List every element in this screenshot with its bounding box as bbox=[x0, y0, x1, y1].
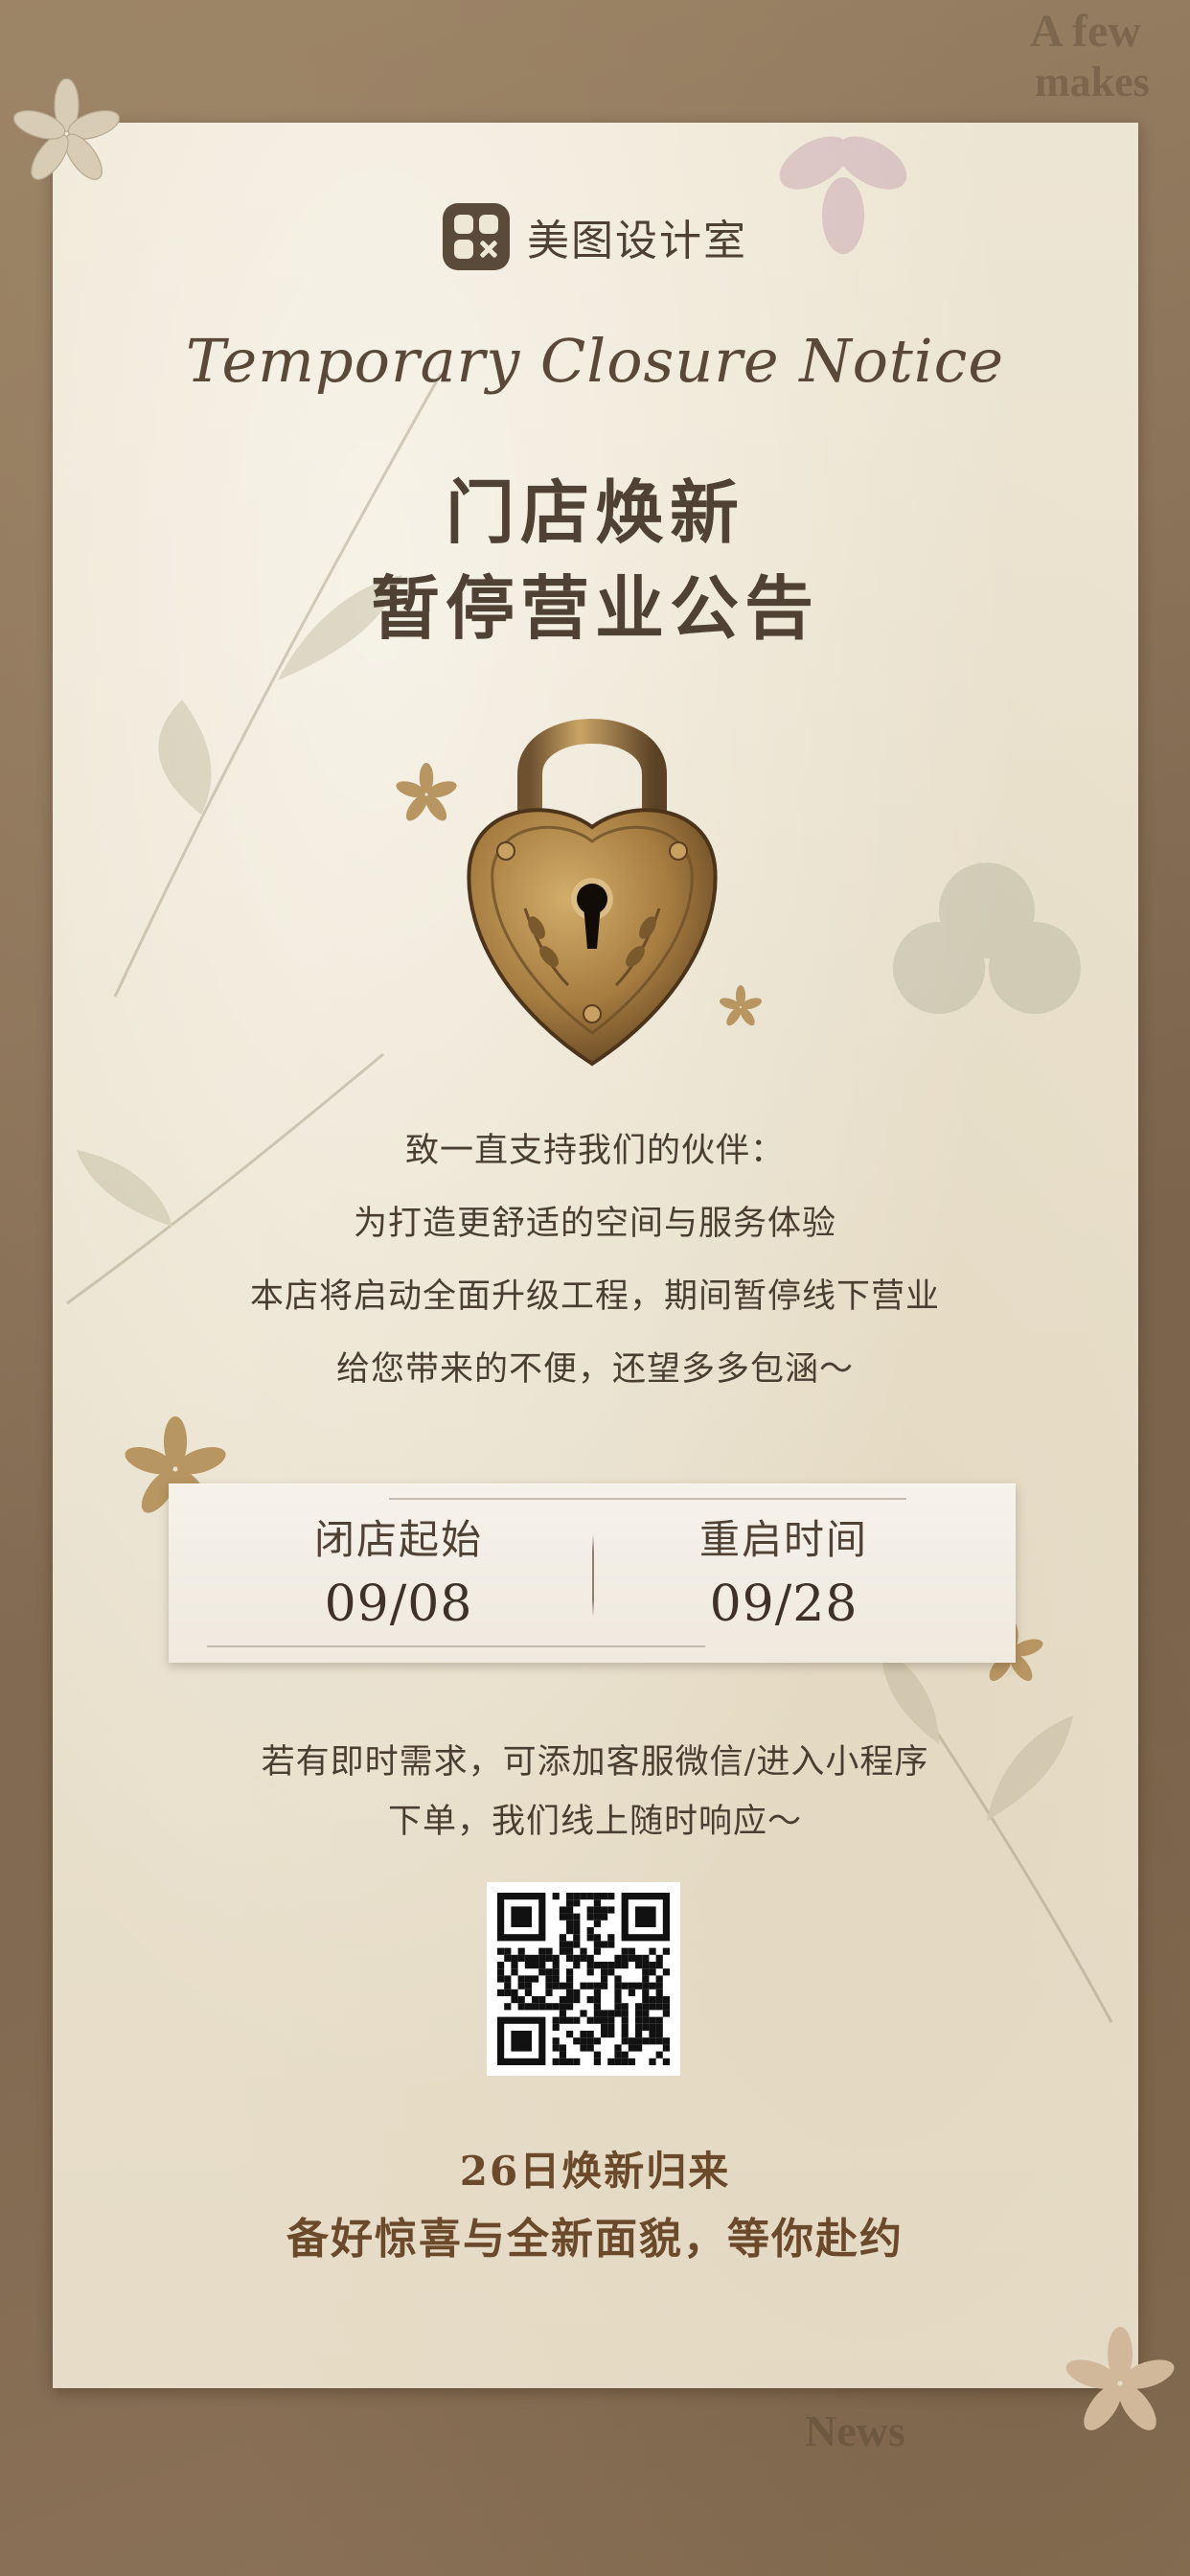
reopen-date-value: 09/28 bbox=[709, 1576, 858, 1633]
script-title: Temporary Closure Notice bbox=[185, 326, 1005, 396]
contact-line: 下单，我们线上随时响应～ bbox=[387, 1803, 802, 1841]
star-flower-icon bbox=[1065, 2327, 1175, 2430]
flower-decoration bbox=[893, 862, 1081, 1014]
date-card: 闭店起始 09/08 重启时间 09/28 bbox=[169, 1484, 1016, 1663]
reopen-date-block: 重启时间 09/28 bbox=[611, 1507, 956, 1633]
background-newsprint-text: makes bbox=[1035, 58, 1150, 105]
star-flower-icon bbox=[12, 79, 121, 180]
leaf-decoration bbox=[113, 373, 443, 998]
page-title-line1: 门店焕新 bbox=[445, 472, 744, 553]
close-date-label: 闭店起始 bbox=[313, 1516, 483, 1563]
page-title-line2: 暂停营业公告 bbox=[370, 567, 819, 649]
date-divider bbox=[592, 1534, 594, 1617]
notice-line: 给您带来的不便，还望多多包涵～ bbox=[335, 1350, 854, 1389]
qr-code-icon bbox=[497, 1893, 670, 2065]
meitu-logo-icon bbox=[443, 203, 510, 270]
contact-line: 若有即时需求，可添加客服微信/进入小程序 bbox=[261, 1743, 929, 1782]
close-date-block: 闭店起始 09/08 bbox=[226, 1507, 571, 1633]
star-flower-icon bbox=[396, 763, 457, 821]
heart-padlock-icon bbox=[467, 719, 718, 1067]
qr-code[interactable] bbox=[487, 1882, 680, 2076]
footer-headline: 26日焕新归来 bbox=[459, 2148, 731, 2195]
notice-line: 为打造更舒适的空间与服务体验 bbox=[353, 1205, 836, 1243]
background-newsprint-text: A few bbox=[1030, 6, 1141, 57]
reopen-date-label: 重启时间 bbox=[698, 1516, 868, 1563]
close-date-value: 09/08 bbox=[324, 1576, 473, 1633]
notice-line: 本店将启动全面升级工程，期间暂停线下营业 bbox=[249, 1277, 940, 1316]
brand-name: 美图设计室 bbox=[527, 217, 747, 265]
footer-subline: 备好惊喜与全新面貌，等你赴约 bbox=[286, 2215, 904, 2264]
notice-line: 致一直支持我们的伙伴： bbox=[404, 1132, 785, 1170]
brand-header: 美图设计室 bbox=[0, 203, 1190, 270]
background-newsprint-text: News bbox=[805, 2406, 905, 2455]
